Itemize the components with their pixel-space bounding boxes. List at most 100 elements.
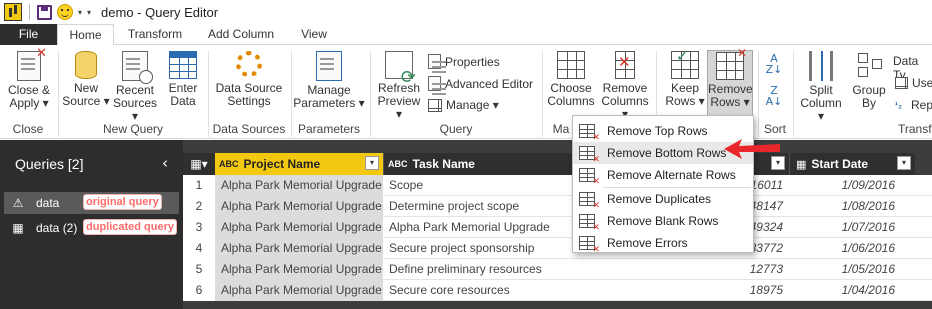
cell-project-name[interactable]: Alpha Park Memorial Upgrade [215, 238, 383, 259]
remove-columns-button[interactable]: ✕ Remove Columns ▾ [598, 51, 652, 121]
recent-sources-button[interactable]: Recent Sources ▾ [110, 51, 160, 123]
split-column-button[interactable]: Split Column ▾ [796, 51, 846, 123]
row-number[interactable]: 4 [183, 238, 215, 259]
text-type-icon[interactable]: ABC [219, 159, 239, 169]
select-all-table-icon[interactable]: ▦▾ [183, 153, 215, 175]
cell-value[interactable]: 12773 [673, 259, 789, 280]
advanced-editor-button[interactable]: Advanced Editor [428, 76, 533, 91]
query-name: data [36, 196, 60, 210]
smile-dropdown-icon[interactable]: ▾ [78, 8, 82, 17]
cell-value[interactable]: 18975 [673, 280, 789, 301]
group-divider [793, 51, 794, 137]
enter-data-button[interactable]: Enter Data [162, 51, 204, 108]
menu-remove-duplicates[interactable]: Remove Duplicates [573, 188, 753, 211]
keep-rows-label-2: Rows ▾ [665, 94, 705, 108]
group-by-button[interactable]: Group By [848, 51, 890, 110]
tab-add-column[interactable]: Add Column [198, 24, 284, 45]
refresh-preview-button[interactable]: Refresh Preview ▾ [373, 51, 425, 121]
sort-ascending-button[interactable]: A Z↓ [764, 53, 784, 75]
remove-bottom-rows-icon [579, 146, 600, 165]
row-number[interactable]: 6 [183, 280, 215, 301]
ribbon-tabs: File Home Transform Add Column View [0, 24, 932, 46]
row-number[interactable]: 3 [183, 217, 215, 238]
menu-remove-alternate-rows[interactable]: Remove Alternate Rows [573, 164, 753, 187]
remove-errors-icon [579, 236, 600, 255]
cell-start-date[interactable]: 1/04/2016 [789, 280, 915, 301]
group-label-query: Query [439, 122, 473, 136]
new-source-button[interactable]: New Source ▾ [62, 51, 110, 108]
customize-toolbar-icon[interactable]: ▾ [87, 8, 91, 17]
enter-data-icon [169, 51, 197, 79]
menu-item-label: Remove Errors [607, 236, 688, 250]
table-row[interactable]: 4 Alpha Park Memorial Upgrade Secure proje… [183, 238, 932, 259]
cell-project-name[interactable]: Alpha Park Memorial Upgrade [215, 217, 383, 238]
column-header-start-date[interactable]: ▦ Start Date ▾ [789, 153, 915, 175]
enter-data-label-2: Data [170, 94, 196, 108]
manage-parameters-button[interactable]: Manage Parameters ▾ [293, 51, 365, 110]
table-row[interactable]: 3 Alpha Park Memorial Upgrade Alpha Park M… [183, 217, 932, 238]
divider [29, 4, 30, 20]
new-source-icon [75, 51, 97, 79]
tab-view[interactable]: View [296, 24, 332, 45]
filter-dropdown-icon[interactable]: ▾ [897, 156, 911, 170]
collapse-pane-icon[interactable]: ‹ [162, 154, 168, 172]
sort-descending-button[interactable]: Z A↓ [764, 85, 784, 107]
choose-columns-button[interactable]: Choose Columns [546, 51, 596, 108]
table-row[interactable]: 1 Alpha Park Memorial Upgrade Scope 16011 1/… [183, 175, 932, 196]
tab-home[interactable]: Home [57, 24, 114, 46]
tab-file[interactable]: File [0, 24, 57, 45]
text-type-icon[interactable]: ABC [388, 159, 408, 169]
menu-item-label: Remove Alternate Rows [607, 168, 736, 182]
group-by-icon [856, 51, 882, 81]
menu-item-label: Remove Top Rows [607, 124, 708, 138]
column-header-project-name[interactable]: ABC Project Name ▾ [215, 153, 383, 175]
row-number[interactable]: 1 [183, 175, 215, 196]
refresh-preview-label-2: Preview ▾ [377, 94, 421, 121]
row-number[interactable]: 2 [183, 196, 215, 217]
replace-values-label: Rep [911, 98, 932, 112]
filter-dropdown-icon[interactable]: ▾ [365, 156, 379, 170]
group-label-sort: Sort [763, 122, 786, 136]
cell-start-date[interactable]: 1/07/2016 [789, 217, 915, 238]
tab-transform[interactable]: Transform [126, 24, 184, 45]
group-divider [291, 51, 292, 137]
properties-icon [428, 54, 446, 69]
menu-remove-errors[interactable]: Remove Errors [573, 232, 753, 255]
keep-rows-icon: ✓ [671, 49, 699, 79]
replace-values-button[interactable]: ¹₂ Rep [895, 98, 932, 112]
group-divider [542, 51, 543, 137]
column-header-label: Start Date [811, 157, 869, 171]
cell-start-date[interactable]: 1/08/2016 [789, 196, 915, 217]
calendar-icon[interactable]: ▦ [796, 158, 806, 171]
menu-remove-blank-rows[interactable]: Remove Blank Rows [573, 210, 753, 233]
choose-columns-icon [557, 51, 585, 79]
cell-project-name[interactable]: Alpha Park Memorial Upgrade [215, 259, 383, 280]
cell-task-name[interactable]: Define preliminary resources [383, 259, 673, 280]
manage-button[interactable]: Manage ▾ [428, 98, 499, 112]
cell-start-date[interactable]: 1/05/2016 [789, 259, 915, 280]
cell-task-name[interactable]: Secure core resources [383, 280, 673, 301]
properties-button[interactable]: Properties [428, 54, 500, 69]
cell-project-name[interactable]: Alpha Park Memorial Upgrade [215, 196, 383, 217]
table-row[interactable]: 5 Alpha Park Memorial Upgrade Define preli… [183, 259, 932, 280]
data-source-settings-label-2: Settings [227, 94, 271, 108]
queries-pane-title: Queries [2] [15, 156, 84, 172]
close-apply-button[interactable]: ✕ Close & Apply ▾ [6, 47, 52, 110]
row-number[interactable]: 5 [183, 259, 215, 280]
cell-project-name[interactable]: Alpha Park Memorial Upgrade [215, 175, 383, 196]
cell-start-date[interactable]: 1/06/2016 [789, 238, 915, 259]
table-row[interactable]: 6 Alpha Park Memorial Upgrade Secure core … [183, 280, 932, 301]
sort-ascending-icon: A Z↓ [765, 52, 783, 76]
choose-columns-label-2: Columns [547, 94, 595, 108]
use-first-row-button[interactable]: Use [895, 76, 932, 90]
table-row[interactable]: 2 Alpha Park Memorial Upgrade Determine pr… [183, 196, 932, 217]
manage-parameters-label-2: Parameters ▾ [293, 96, 365, 110]
save-icon[interactable] [37, 4, 52, 20]
keep-rows-button[interactable]: ✓ Keep Rows ▾ [662, 49, 708, 108]
menu-item-label: Remove Blank Rows [607, 214, 719, 228]
cell-start-date[interactable]: 1/09/2016 [789, 175, 915, 196]
data-source-settings-button[interactable]: Data Source Settings [212, 51, 286, 108]
feedback-smile-icon[interactable] [57, 4, 73, 20]
cell-project-name[interactable]: Alpha Park Memorial Upgrade [215, 280, 383, 301]
remove-rows-button[interactable]: ✕ Remove Rows ▾ [707, 47, 753, 118]
